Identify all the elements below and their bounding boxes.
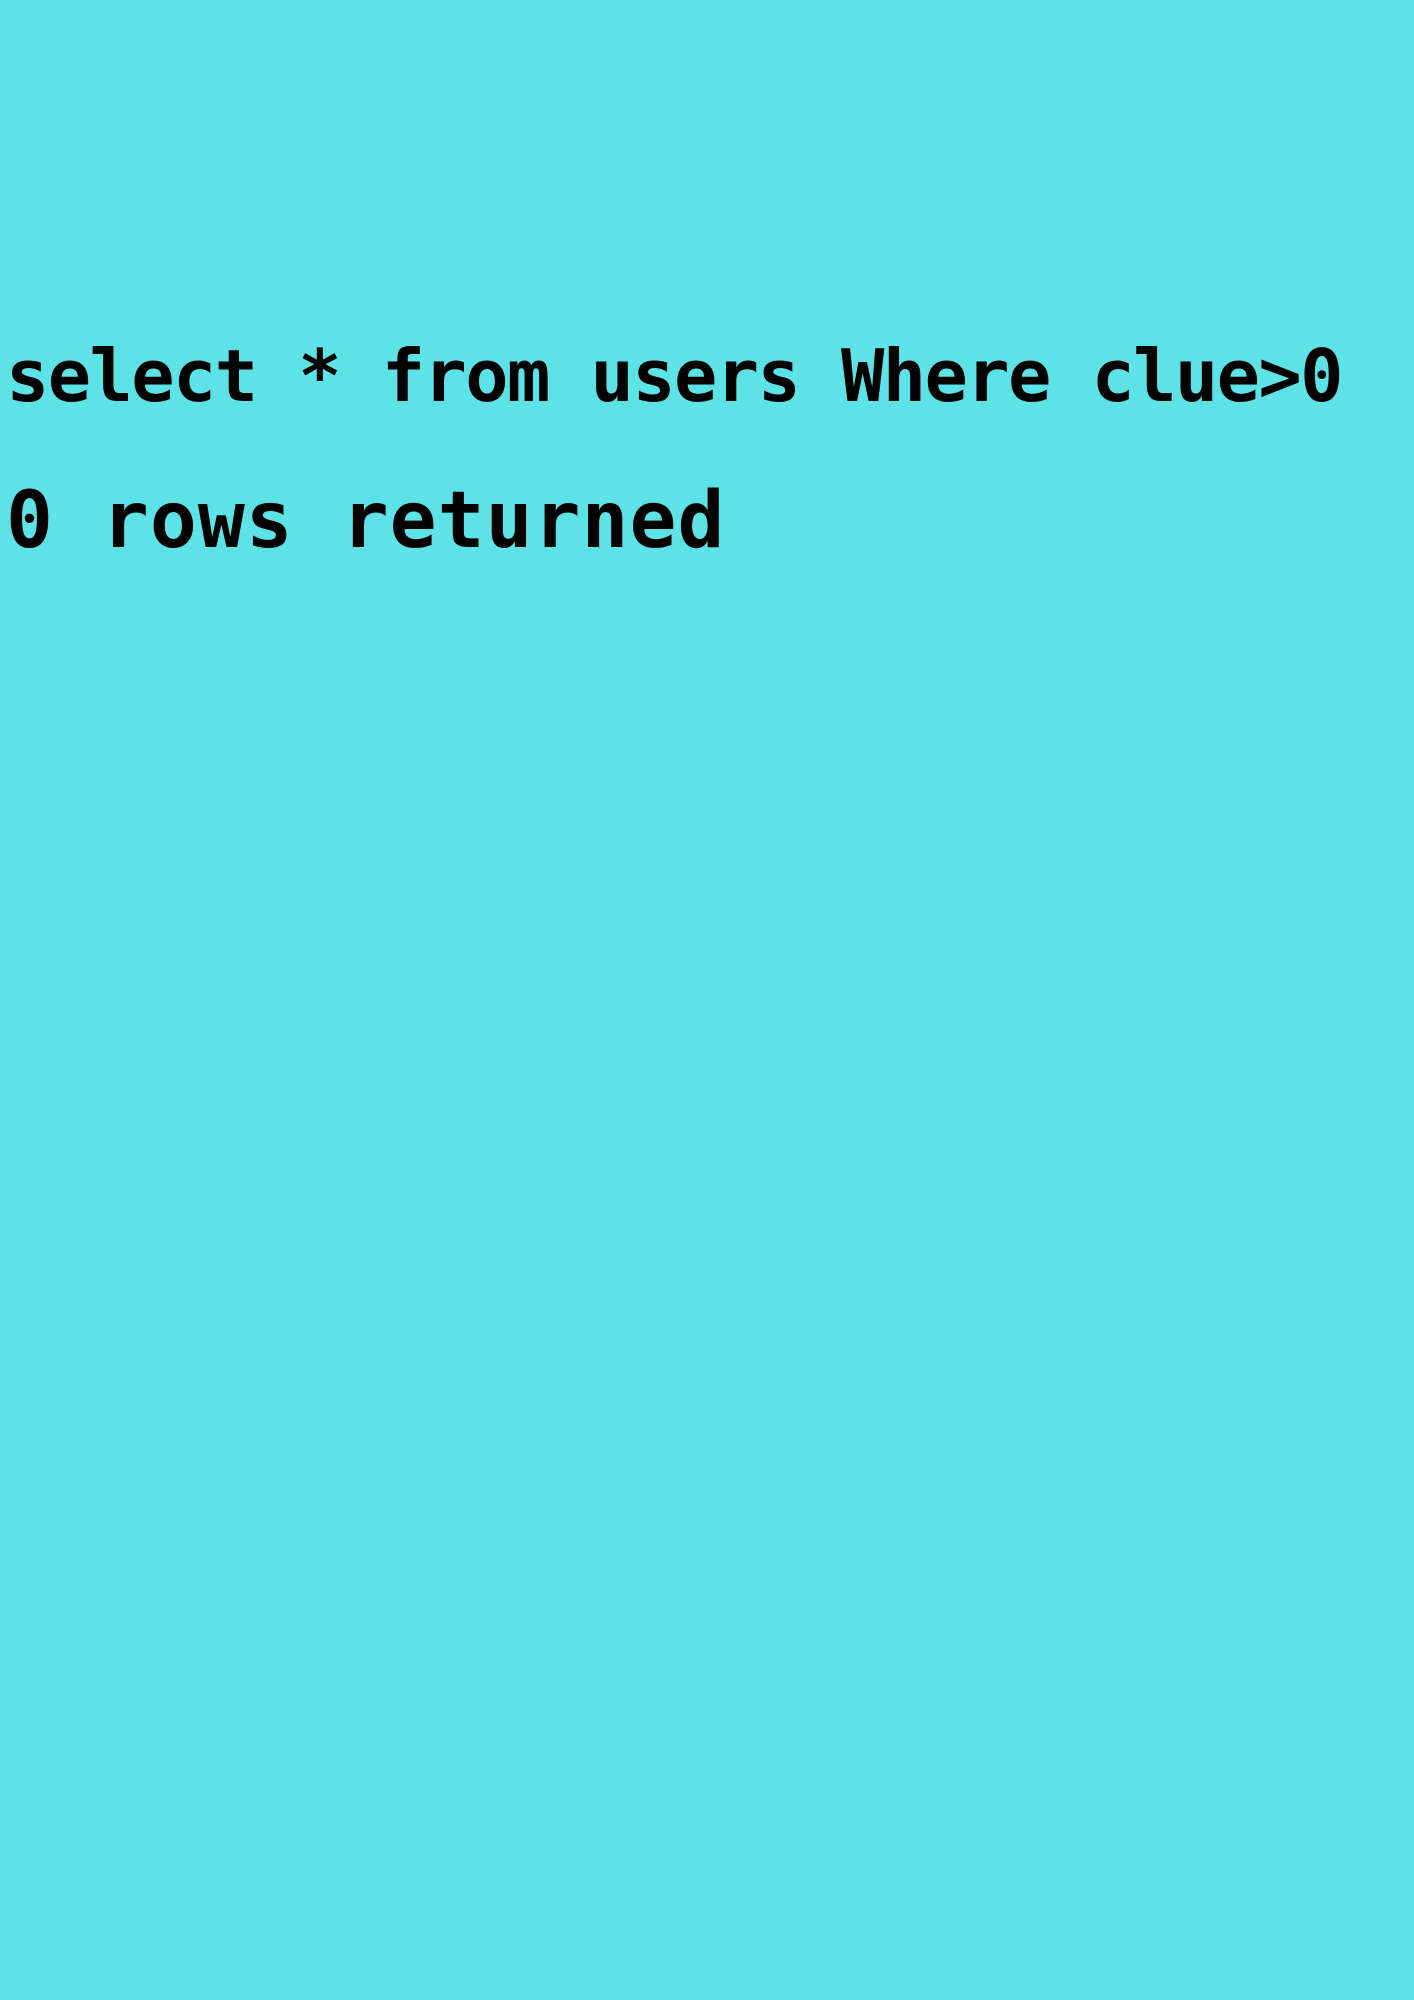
page: { "query": { "text": "select * from user… <box>0 0 1414 2000</box>
sql-query-text: select * from users Where clue>0 <box>6 334 1344 418</box>
query-result-text: 0 rows returned <box>6 476 726 566</box>
